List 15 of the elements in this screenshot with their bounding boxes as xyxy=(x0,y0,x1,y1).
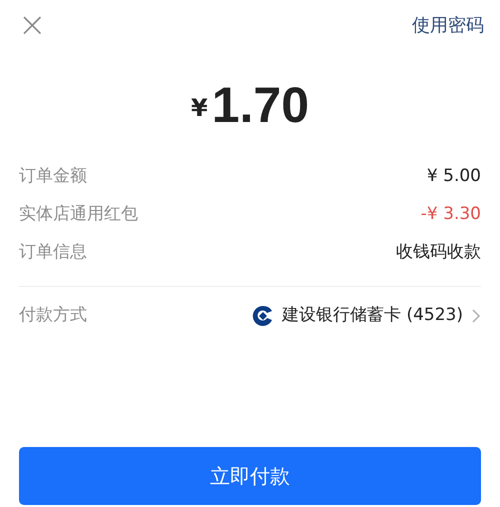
payment-amount: 1.70 xyxy=(212,80,310,130)
pay-now-button[interactable]: 立即付款 xyxy=(19,447,481,505)
detail-value: ¥ 5.00 xyxy=(426,165,481,188)
chevron-right-icon xyxy=(471,308,481,324)
detail-value: 收钱码收款 xyxy=(396,241,481,264)
detail-label: 订单金额 xyxy=(19,165,87,188)
detail-value: -¥ 3.30 xyxy=(420,203,481,226)
currency-symbol: ¥ xyxy=(190,93,208,124)
use-password-link[interactable]: 使用密码 xyxy=(412,12,484,38)
bank-logo-icon xyxy=(252,305,274,327)
detail-label: 订单信息 xyxy=(19,241,87,264)
payment-method-label: 付款方式 xyxy=(19,304,87,328)
detail-label: 实体店通用红包 xyxy=(19,203,138,226)
payment-method-value: 建设银行储蓄卡 (4523) xyxy=(282,304,463,328)
payment-method-row[interactable]: 付款方式 建设银行储蓄卡 (4523) xyxy=(19,287,481,345)
